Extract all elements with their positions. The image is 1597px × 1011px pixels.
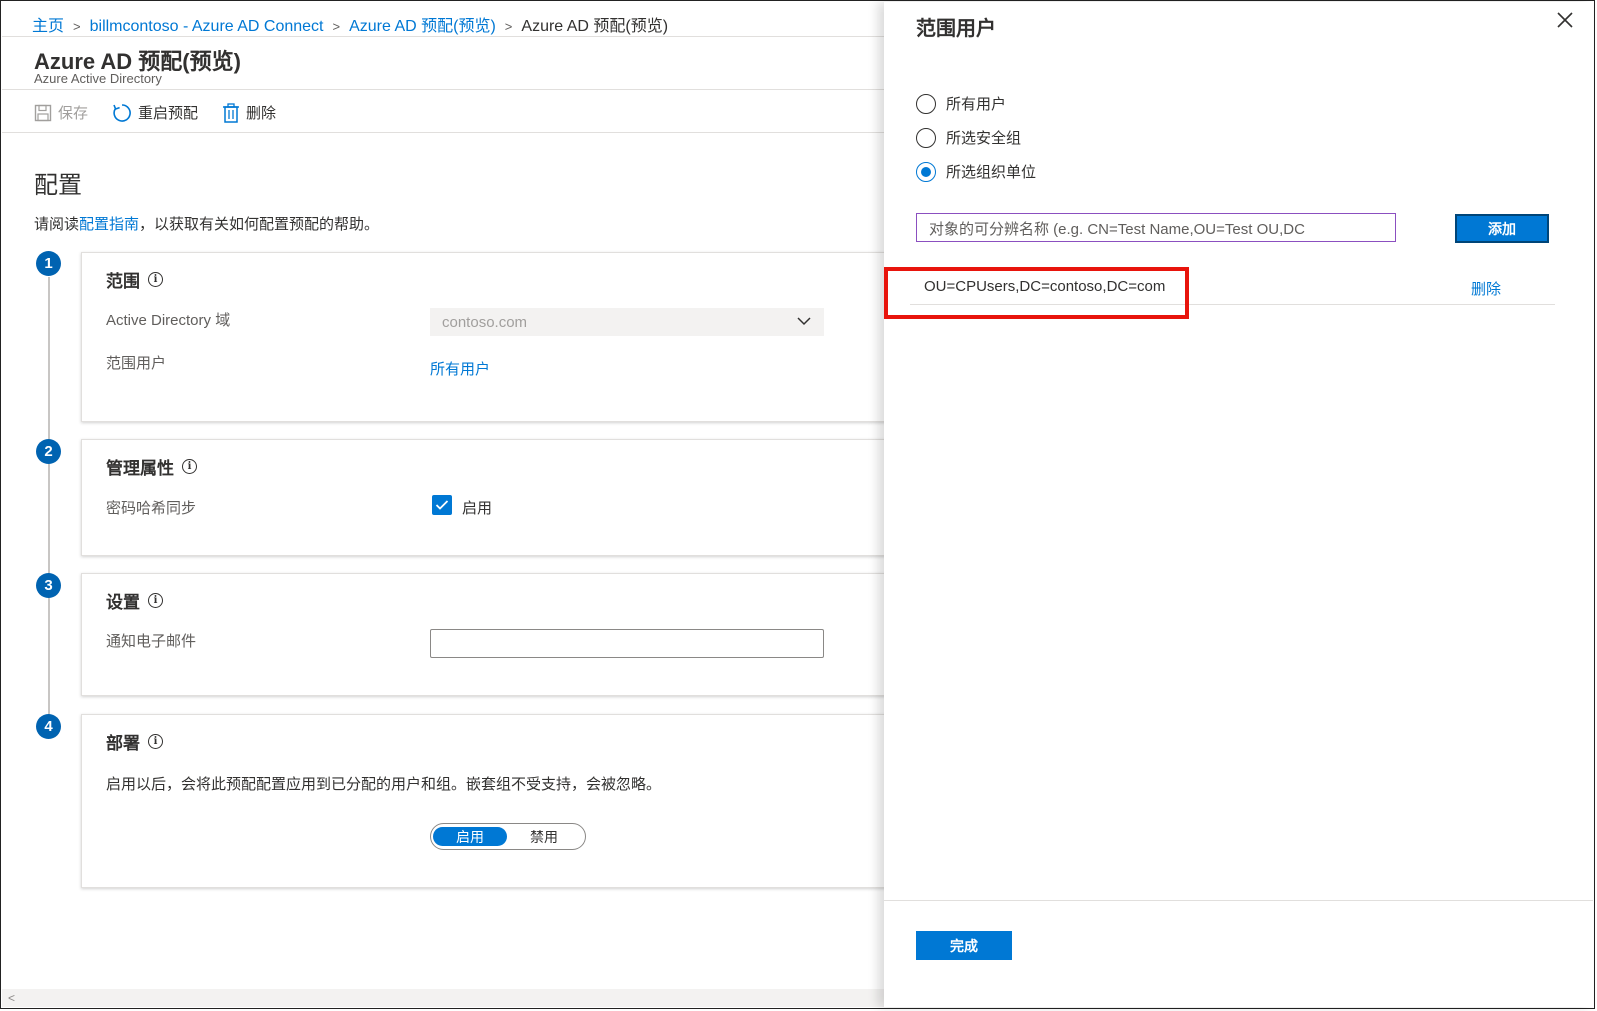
info-icon[interactable]: i: [148, 734, 163, 749]
refresh-icon: [113, 103, 131, 122]
page-subtitle: Azure Active Directory: [34, 71, 162, 86]
password-hash-sync-value: 启用: [462, 500, 493, 517]
toggle-enable-option[interactable]: 启用: [433, 827, 507, 846]
save-button[interactable]: 保存: [34, 102, 88, 123]
scope-card: 范围 i Active Directory 域 contoso.com 范围用户 …: [81, 252, 884, 422]
step-number-3: 3: [36, 573, 61, 598]
divider: [2, 89, 884, 90]
toggle-disable-option[interactable]: 禁用: [507, 827, 581, 846]
settings-title: 设置: [106, 593, 140, 612]
distinguished-name-input[interactable]: 对象的可分辨名称 (e.g. CN=Test Name,OU=Test OU,D…: [916, 213, 1396, 242]
footer-divider: [884, 900, 1593, 901]
delete-button[interactable]: 删除: [222, 102, 276, 123]
horizontal-scrollbar[interactable]: <: [2, 989, 884, 1007]
radio-circle-selected[interactable]: [916, 161, 936, 182]
scope-users-panel: 范围用户 所有用户 所选安全组 所选组织单位 对象的可分辨名称 (e.g. CN…: [884, 2, 1593, 1007]
step-number-1: 1: [36, 251, 61, 276]
radio-selected-ous[interactable]: 所选组织单位: [916, 161, 1036, 182]
save-icon: [34, 104, 52, 121]
ou-entry-delete-link[interactable]: 删除: [1471, 278, 1501, 299]
scope-card-title: 范围 i: [106, 267, 163, 292]
step-number-2: 2: [36, 439, 61, 464]
info-icon[interactable]: i: [148, 272, 163, 287]
divider: [2, 132, 884, 133]
section-title: 配置: [34, 172, 82, 199]
provisioning-blade: 主页 > billmcontoso - Azure AD Connect > Azure…: [2, 2, 884, 1007]
breadcrumb-current: Azure AD 预配(预览): [521, 18, 669, 35]
ad-domain-dropdown[interactable]: contoso.com: [430, 308, 824, 336]
breadcrumb-separator-icon: >: [504, 19, 513, 34]
help-text: 请阅读配置指南，以获取有关如何配置预配的帮助。: [34, 213, 379, 234]
add-button[interactable]: 添加: [1455, 214, 1549, 243]
restart-label: 重启预配: [138, 105, 199, 122]
deploy-title: 部署: [106, 734, 140, 753]
breadcrumb-home[interactable]: 主页: [32, 18, 64, 35]
deploy-card-title: 部署 i: [106, 729, 163, 754]
breadcrumb-aad-connect[interactable]: billmcontoso - Azure AD Connect: [90, 18, 324, 35]
radio-dot: [921, 166, 931, 177]
config-guide-link[interactable]: 配置指南: [79, 216, 139, 233]
done-button[interactable]: 完成: [916, 931, 1012, 960]
panel-title: 范围用户: [916, 18, 996, 40]
notification-email-input[interactable]: [430, 629, 824, 658]
manage-attributes-card-title: 管理属性 i: [106, 454, 197, 479]
command-bar: 保存 重启预配 删除: [34, 102, 300, 123]
notification-email-label: 通知电子邮件: [106, 633, 197, 650]
help-prefix: 请阅读: [34, 216, 80, 233]
breadcrumb-provisioning[interactable]: Azure AD 预配(预览): [349, 18, 496, 35]
divider: [2, 36, 884, 37]
radio-all-users[interactable]: 所有用户: [916, 93, 1006, 114]
breadcrumb-separator-icon: >: [73, 19, 81, 34]
close-icon[interactable]: [1557, 12, 1573, 28]
chevron-down-icon: [797, 317, 811, 326]
radio-label: 所有用户: [946, 96, 1007, 113]
ad-domain-label: Active Directory 域: [106, 312, 231, 329]
highlight-box: [884, 267, 1189, 319]
settings-card-title: 设置 i: [106, 588, 163, 613]
radio-selected-security-groups[interactable]: 所选安全组: [916, 127, 1021, 148]
dn-placeholder: 对象的可分辨名称 (e.g. CN=Test Name,OU=Test OU,D…: [929, 221, 1305, 238]
breadcrumb-separator-icon: >: [332, 19, 341, 34]
password-hash-sync-checkbox[interactable]: [432, 495, 452, 515]
manage-attributes-title: 管理属性: [106, 459, 174, 478]
radio-label: 所选组织单位: [946, 164, 1037, 181]
save-label: 保存: [58, 105, 89, 122]
breadcrumb: 主页 > billmcontoso - Azure AD Connect > Azure…: [32, 12, 668, 36]
info-icon[interactable]: i: [148, 593, 163, 608]
scroll-left-icon[interactable]: <: [8, 991, 15, 1005]
scope-users-link[interactable]: 所有用户: [430, 358, 490, 379]
radio-circle[interactable]: [916, 127, 936, 148]
password-hash-sync-label: 密码哈希同步: [106, 500, 197, 517]
checkmark-icon: [435, 500, 449, 510]
manage-attributes-card: 管理属性 i 密码哈希同步 启用: [81, 439, 884, 556]
restart-provisioning-button[interactable]: 重启预配: [112, 102, 198, 123]
radio-label: 所选安全组: [946, 130, 1022, 147]
scope-users-label: 范围用户: [106, 355, 167, 372]
step-number-4: 4: [36, 714, 61, 739]
deploy-card: 部署 i 启用以后，会将此预配配置应用到已分配的用户和组。嵌套组不受支持，会被忽略…: [81, 714, 884, 888]
delete-label: 删除: [246, 105, 277, 122]
help-suffix: ，以获取有关如何配置预配的帮助。: [139, 216, 380, 233]
info-icon[interactable]: i: [182, 459, 197, 474]
step-connector: [48, 277, 50, 722]
trash-icon: [223, 102, 240, 123]
deploy-description: 启用以后，会将此预配配置应用到已分配的用户和组。嵌套组不受支持，会被忽略。: [106, 776, 662, 793]
radio-circle[interactable]: [916, 93, 936, 114]
settings-card: 设置 i 通知电子邮件: [81, 573, 884, 696]
ad-domain-value: contoso.com: [442, 313, 528, 331]
deploy-toggle[interactable]: 启用 禁用: [430, 823, 586, 850]
scope-title: 范围: [106, 272, 140, 291]
